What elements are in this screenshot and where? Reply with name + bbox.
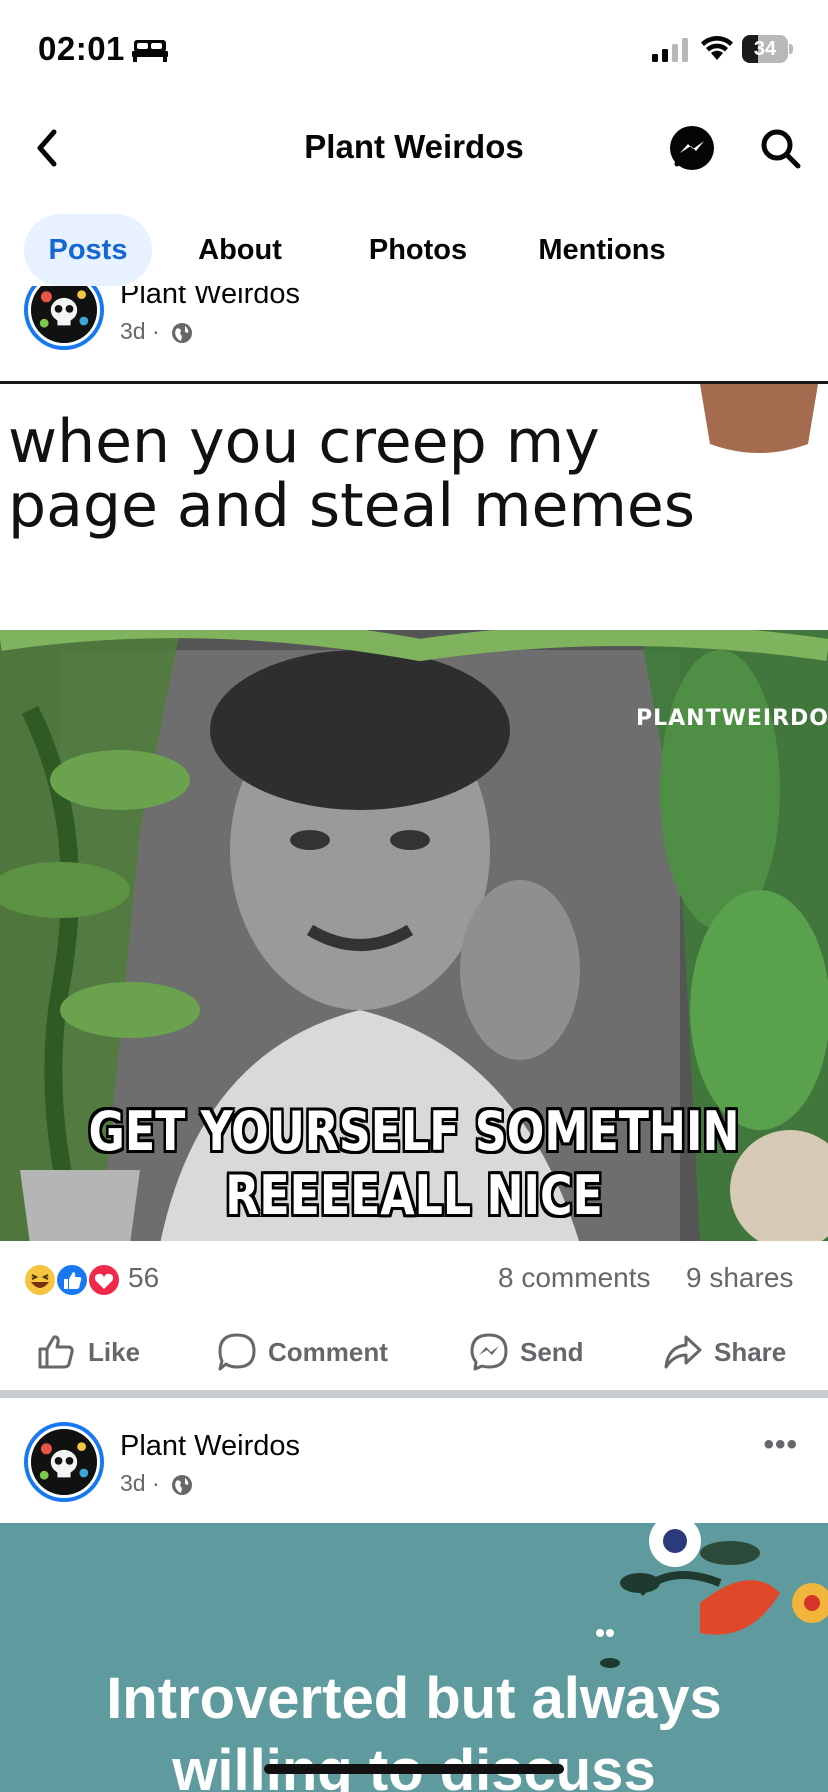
messenger-outline-icon — [470, 1333, 508, 1371]
post-meta: 3d · — [120, 1470, 194, 1497]
page-tabs: Posts About Photos Mentions — [24, 214, 824, 286]
post-meta: 3d · — [120, 318, 194, 345]
avatar[interactable] — [24, 286, 104, 350]
post-image-text-1: Introverted but always — [106, 1666, 722, 1731]
post-image[interactable]: when you creep my page and steal memes P… — [0, 381, 828, 1241]
shares-count[interactable]: 9 shares — [686, 1262, 793, 1294]
post-author[interactable]: Plant Weirdos — [120, 286, 300, 311]
meme-bottom-text-2: REEEEALL NICE — [225, 1164, 603, 1227]
tab-mentions[interactable]: Mentions — [512, 214, 692, 286]
search-icon[interactable] — [758, 126, 802, 170]
share-label: Share — [714, 1336, 787, 1367]
share-button[interactable]: Share — [662, 1322, 786, 1382]
like-label: Like — [88, 1336, 141, 1367]
like-button[interactable]: Like — [36, 1322, 140, 1382]
comments-count[interactable]: 8 comments — [498, 1262, 651, 1294]
more-options-button[interactable]: ••• — [763, 286, 798, 298]
tab-posts[interactable]: Posts — [24, 214, 152, 286]
messenger-icon[interactable] — [668, 124, 716, 172]
post-header-clip: Plant Weirdos 3d · ••• — [0, 286, 828, 382]
feed-divider — [0, 1390, 828, 1398]
battery-indicator: 34 — [742, 35, 793, 63]
meme-caption: when you creep my page and steal memes — [8, 407, 696, 541]
post-header: Plant Weirdos 3d · ••• — [0, 1422, 828, 1512]
post-time: 3d — [120, 318, 146, 344]
reaction-count[interactable]: 56 — [128, 1262, 159, 1294]
comment-bubble-icon — [218, 1333, 256, 1371]
home-indicator[interactable] — [264, 1764, 564, 1774]
tab-about[interactable]: About — [184, 214, 296, 286]
share-arrow-icon — [664, 1335, 702, 1369]
cellular-signal-icon — [652, 38, 688, 62]
page-header: Plant Weirdos — [0, 110, 828, 186]
skull-logo-icon — [31, 286, 97, 343]
globe-icon — [172, 322, 193, 343]
status-bar: 02:01 34 — [0, 0, 828, 100]
reactions-summary: 56 8 comments 9 shares — [0, 1254, 828, 1304]
status-time: 02:01 — [38, 30, 125, 67]
plant-pot-icon — [700, 384, 818, 453]
post-actions: Like Comment Send Share — [0, 1322, 828, 1382]
love-reaction-icon — [87, 1263, 121, 1297]
like-reaction-icon — [55, 1263, 89, 1297]
post-time: 3d — [120, 1470, 146, 1496]
wifi-icon — [701, 36, 733, 60]
send-label: Send — [520, 1336, 584, 1367]
comment-label: Comment — [268, 1336, 388, 1367]
thumbs-up-icon — [38, 1335, 74, 1369]
more-options-button[interactable]: ••• — [763, 1428, 798, 1462]
meme-watermark: PLANTWEIRDOS — [636, 706, 828, 731]
meme-bottom-text-1: GET YOURSELF SOMETHIN — [88, 1100, 740, 1163]
post-author[interactable]: Plant Weirdos — [120, 1430, 300, 1463]
avatar[interactable] — [24, 1422, 104, 1502]
sleep-focus-icon — [132, 40, 168, 62]
globe-icon — [172, 1474, 193, 1495]
post-image[interactable]: Introverted but always willing to discus… — [0, 1523, 828, 1792]
tab-photos[interactable]: Photos — [344, 214, 492, 286]
battery-level: 34 — [753, 38, 777, 60]
reaction-icons[interactable] — [22, 1262, 122, 1298]
comment-button[interactable]: Comment — [216, 1322, 388, 1382]
post-header: Plant Weirdos 3d · ••• — [0, 286, 828, 360]
send-button[interactable]: Send — [468, 1322, 584, 1382]
haha-reaction-icon — [23, 1263, 57, 1297]
skull-logo-icon — [31, 1429, 97, 1495]
